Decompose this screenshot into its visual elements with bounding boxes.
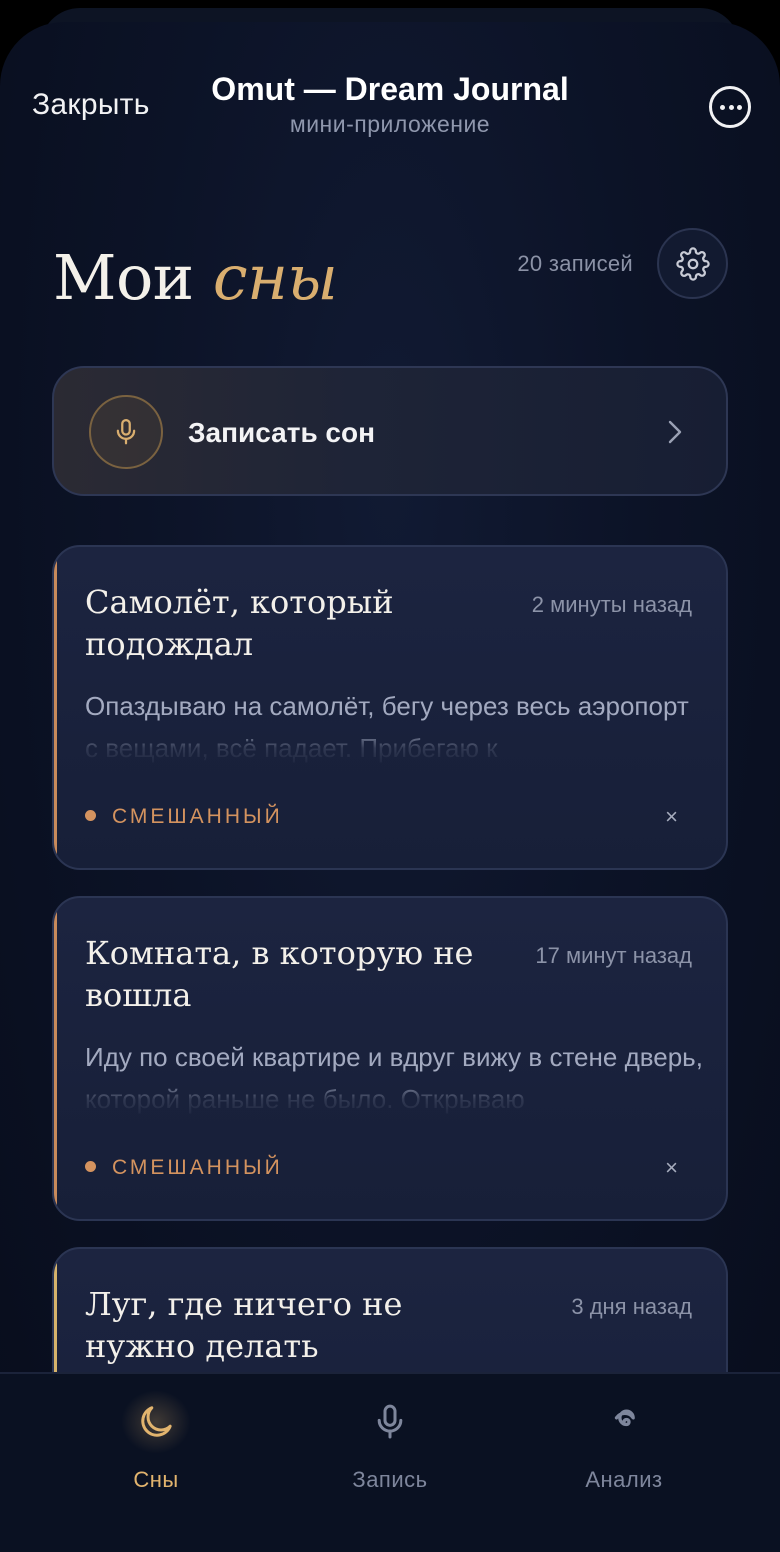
delete-dream-button[interactable]: × [665,803,678,831]
dream-title: Луг, где ничего не нужно делать [85,1285,403,1365]
record-mic-badge [89,395,163,469]
dream-card[interactable]: Самолёт, который подождал 2 минуты назад… [52,545,728,870]
more-dot [737,105,742,110]
dream-type-label: СМЕШАННЫЙ [112,805,283,828]
more-dot [720,105,725,110]
settings-button[interactable] [657,228,728,299]
dream-card[interactable]: Комната, в которую не вошла 17 минут наз… [52,896,728,1221]
dream-title: Самолёт, который подождал [85,583,394,663]
dream-time: 17 минут назад [535,943,692,968]
tag-dot-icon [85,1161,96,1172]
nav-tab-record[interactable]: Запись [260,1374,520,1552]
spiral-icon [614,1409,635,1427]
record-dream-button[interactable]: Записать сон [52,366,728,496]
nav-tab-analysis[interactable]: Анализ [494,1374,754,1552]
device-frame: Закрыть Omut — Dream Journal мини-прилож… [0,0,780,1552]
dream-title: Комната, в которую не вошла [85,934,474,1014]
entries-count: 20 записей [517,251,633,276]
dream-excerpt: Опаздываю на самолёт, бегу через весь аэ… [85,691,689,763]
record-dream-label: Записать сон [188,417,376,448]
dream-type-label: СМЕШАННЫЙ [112,1156,283,1179]
bottom-navigation: Сны Запись Анализ [0,1372,780,1552]
page-title-main: Мои [53,241,194,314]
delete-dream-button[interactable]: × [665,1154,678,1182]
moon-icon [141,1406,172,1437]
microphone-icon [116,419,136,445]
page-title-accent: сны [212,241,338,314]
dream-excerpt: Иду по своей квартире и вдруг вижу в сте… [85,1042,703,1114]
gear-icon [675,246,710,281]
chevron-right-icon [668,420,682,444]
dream-time: 3 дня назад [571,1294,692,1319]
app-title: Omut — Dream Journal [211,71,569,107]
page-title: Мои сны [53,238,338,318]
nav-tab-dreams-label: Сны [133,1467,179,1492]
dream-type-badge: СМЕШАННЫЙ [85,803,283,831]
dream-time: 2 минуты назад [531,592,692,617]
more-options-icon[interactable] [709,86,751,128]
nav-tab-analysis-label: Анализ [585,1467,663,1492]
more-dot [728,105,734,110]
nav-tab-record-label: Запись [352,1467,428,1492]
tag-dot-icon [85,810,96,821]
dream-type-badge: СМЕШАННЫЙ [85,1154,283,1182]
microphone-icon [377,1404,403,1439]
app-subtitle: мини-приложение [289,111,491,137]
mini-app-sheet: Закрыть Omut — Dream Journal мини-прилож… [0,22,780,1552]
nav-tab-dreams[interactable]: Сны [26,1374,286,1552]
